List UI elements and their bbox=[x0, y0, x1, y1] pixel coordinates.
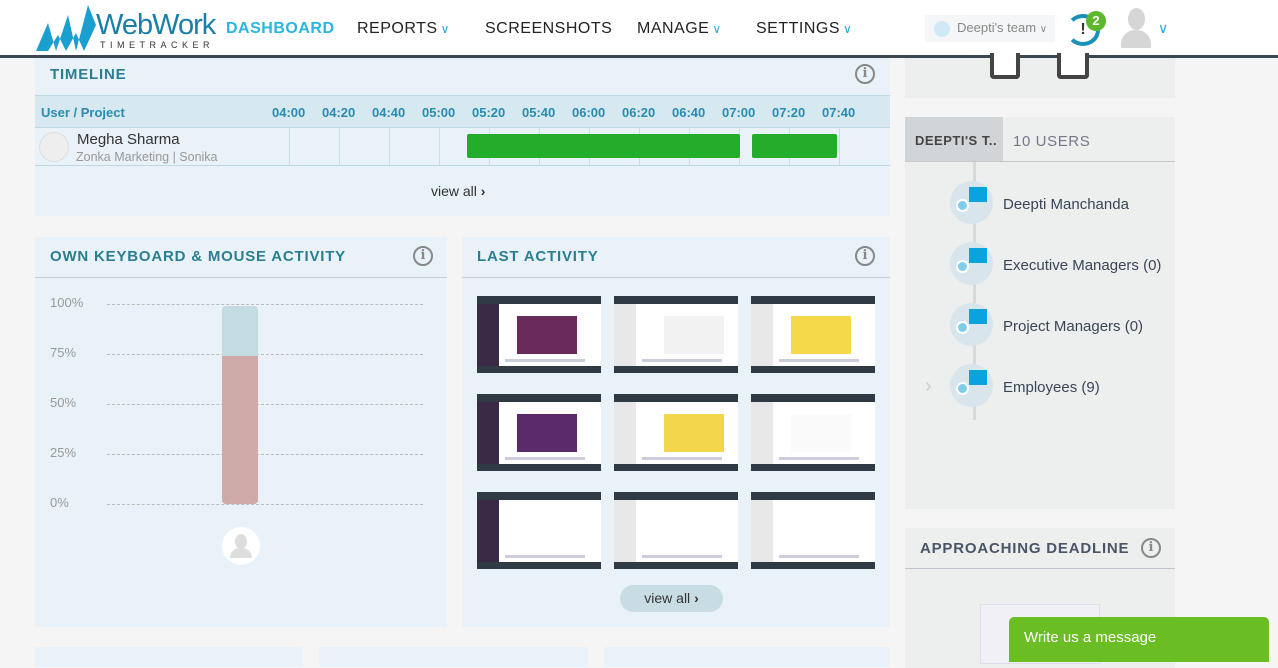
chevron-down-icon: ∨ bbox=[712, 22, 722, 36]
user-name: Megha Sharma bbox=[77, 131, 180, 148]
tablet-icon[interactable] bbox=[990, 53, 1020, 79]
team-panel: DEEPTI'S T.. 10 USERS Deepti Manchanda Ex… bbox=[905, 117, 1175, 509]
grid-line bbox=[839, 128, 840, 166]
grid-line bbox=[439, 128, 440, 166]
home-user-icon[interactable] bbox=[950, 181, 993, 224]
write-message-button[interactable]: Write us a message bbox=[1009, 617, 1269, 662]
time-tick: 06:20 bbox=[622, 105, 656, 120]
screenshot-thumbnail[interactable] bbox=[751, 394, 875, 471]
screenshot-thumbnail[interactable] bbox=[614, 394, 738, 471]
chart-user-icon[interactable] bbox=[950, 242, 993, 285]
time-tick: 04:00 bbox=[272, 105, 306, 120]
phone-icon[interactable] bbox=[1057, 53, 1089, 79]
screenshot-thumbnail[interactable] bbox=[751, 492, 875, 569]
time-tick: 06:00 bbox=[572, 105, 606, 120]
tab-team[interactable]: DEEPTI'S T.. bbox=[905, 117, 1003, 161]
nav-reports[interactable]: REPORTS ∨ bbox=[357, 20, 450, 38]
laptop-user-icon[interactable] bbox=[950, 364, 993, 407]
grid-line bbox=[107, 454, 423, 455]
y-tick-label: 100% bbox=[50, 295, 84, 310]
chevron-down-icon: ∨ bbox=[440, 22, 450, 36]
bottom-card bbox=[35, 647, 303, 667]
nav-screenshots[interactable]: SCREENSHOTS bbox=[485, 20, 612, 38]
grid-line bbox=[107, 504, 423, 505]
time-tick: 04:40 bbox=[372, 105, 406, 120]
avatar bbox=[39, 132, 69, 162]
bottom-card bbox=[319, 647, 588, 667]
info-icon[interactable]: i bbox=[855, 64, 875, 84]
info-icon[interactable]: i bbox=[413, 246, 433, 266]
time-tick: 07:20 bbox=[772, 105, 806, 120]
screenshot-thumbnail[interactable] bbox=[477, 394, 601, 471]
panel-title: TIMELINE bbox=[50, 66, 127, 83]
y-tick-label: 0% bbox=[50, 495, 69, 510]
grid-line bbox=[107, 404, 423, 405]
user-avatar[interactable] bbox=[222, 527, 260, 565]
table-row[interactable]: Megha Sharma Zonka Marketing | Sonika bbox=[35, 128, 890, 166]
nav-dashboard[interactable]: DASHBOARD bbox=[226, 20, 335, 38]
activity-bar-remainder bbox=[222, 306, 258, 504]
screenshot-thumbnail[interactable] bbox=[614, 296, 738, 373]
screenshot-thumbnail[interactable] bbox=[477, 296, 601, 373]
panel-title: OWN KEYBOARD & MOUSE ACTIVITY bbox=[50, 248, 346, 265]
activity-bar-value[interactable] bbox=[222, 355, 258, 504]
app-download-panel bbox=[905, 53, 1175, 98]
nav-settings[interactable]: SETTINGS ∨ bbox=[756, 20, 852, 38]
time-tick: 05:20 bbox=[472, 105, 506, 120]
user-menu-chevron-icon[interactable]: ∨ bbox=[1158, 20, 1168, 37]
timeline-view-all-link[interactable]: view all › bbox=[431, 183, 485, 199]
y-tick-label: 25% bbox=[50, 445, 77, 460]
screenshot-thumbnail[interactable] bbox=[477, 492, 601, 569]
grid-line bbox=[339, 128, 340, 166]
last-activity-panel: LAST ACTIVITY i view all › bbox=[462, 237, 890, 627]
top-header: WebWork TIMETRACKER DASHBOARD REPORTS ∨ S… bbox=[0, 0, 1278, 58]
logo-subtitle: TIMETRACKER bbox=[100, 40, 215, 50]
notification-badge: 2 bbox=[1086, 11, 1106, 31]
team-icon bbox=[934, 21, 950, 37]
user-project: Zonka Marketing | Sonika bbox=[76, 150, 218, 164]
team-node-label[interactable]: Executive Managers (0) bbox=[1003, 257, 1161, 274]
bottom-card bbox=[604, 647, 890, 667]
y-tick-label: 50% bbox=[50, 395, 77, 410]
team-node-label[interactable]: Employees (9) bbox=[1003, 379, 1100, 396]
logo-mark-icon bbox=[36, 5, 96, 51]
time-tick: 06:40 bbox=[672, 105, 706, 120]
tab-users[interactable]: 10 USERS bbox=[1013, 133, 1090, 150]
time-tick: 05:00 bbox=[422, 105, 456, 120]
panel-title: LAST ACTIVITY bbox=[477, 248, 599, 265]
team-selector[interactable]: Deepti's team ∨ bbox=[925, 15, 1055, 42]
y-tick-label: 75% bbox=[50, 345, 77, 360]
timeline-header: User / Project 04:00 04:20 04:40 05:00 05:20… bbox=[35, 95, 890, 128]
activity-bar[interactable] bbox=[467, 134, 740, 158]
time-tick: 04:20 bbox=[322, 105, 356, 120]
time-tick: 07:00 bbox=[722, 105, 756, 120]
keyboard-mouse-panel: OWN KEYBOARD & MOUSE ACTIVITY i 100% 75% 5… bbox=[35, 237, 447, 627]
chart-user-icon[interactable] bbox=[950, 303, 993, 346]
user-avatar[interactable] bbox=[1121, 8, 1151, 48]
logo[interactable]: WebWork TIMETRACKER bbox=[36, 5, 216, 53]
panel-title: APPROACHING DEADLINE bbox=[920, 540, 1130, 557]
timeline-panel: TIMELINE i User / Project 04:00 04:20 04:4… bbox=[35, 58, 890, 216]
column-user-project: User / Project bbox=[41, 105, 125, 120]
expand-chevron-icon[interactable]: › bbox=[925, 375, 932, 398]
activity-bar[interactable] bbox=[752, 134, 837, 158]
last-activity-view-all-button[interactable]: view all › bbox=[620, 585, 723, 612]
grid-line bbox=[289, 128, 290, 166]
time-tick: 05:40 bbox=[522, 105, 556, 120]
team-node-label[interactable]: Project Managers (0) bbox=[1003, 318, 1143, 335]
grid-line bbox=[389, 128, 390, 166]
grid-line bbox=[107, 304, 423, 305]
grid-line bbox=[107, 354, 423, 355]
team-node-label[interactable]: Deepti Manchanda bbox=[1003, 196, 1129, 213]
screenshot-thumbnail[interactable] bbox=[751, 296, 875, 373]
chevron-down-icon: ∨ bbox=[843, 22, 853, 36]
logo-title: WebWork bbox=[96, 9, 216, 41]
info-icon[interactable]: i bbox=[1141, 538, 1161, 558]
time-tick: 07:40 bbox=[822, 105, 856, 120]
info-icon[interactable]: i bbox=[855, 246, 875, 266]
nav-manage[interactable]: MANAGE ∨ bbox=[637, 20, 722, 38]
screenshot-thumbnail[interactable] bbox=[614, 492, 738, 569]
